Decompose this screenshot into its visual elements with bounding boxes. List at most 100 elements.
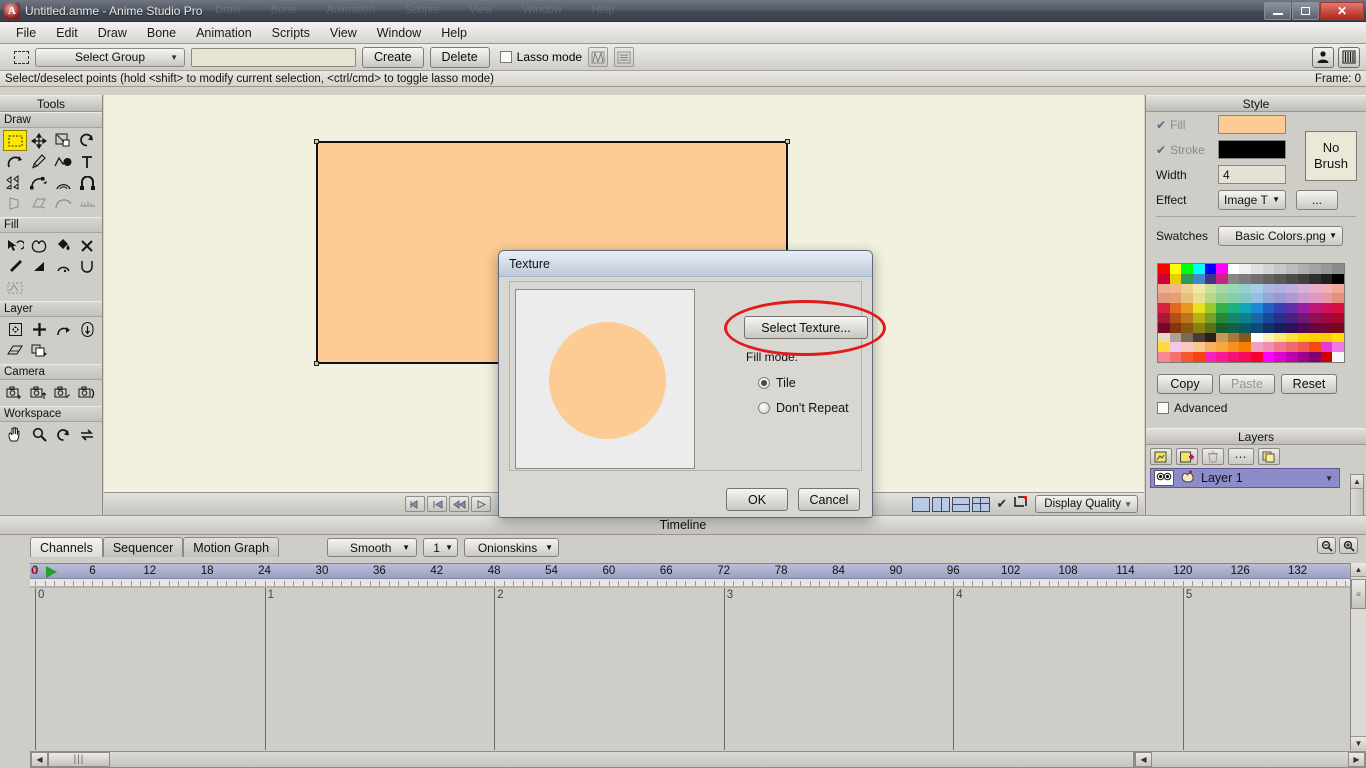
color-swatch[interactable] [1227,303,1240,313]
color-swatch[interactable] [1320,303,1333,313]
select-texture-button[interactable]: Select Texture... [744,316,868,339]
roll-camera-tool[interactable] [51,382,75,403]
color-swatch[interactable] [1309,332,1321,343]
lasso-mode-checkbox[interactable]: Lasso mode [499,50,582,64]
color-swatch[interactable] [1251,264,1263,274]
color-swatch[interactable] [1216,322,1228,333]
select-points-tool[interactable] [3,130,27,151]
copy-style-button[interactable]: Copy [1157,374,1213,394]
fill-checkbox[interactable]: ✔ Fill [1156,118,1218,132]
rotate-workspace-tool[interactable] [51,424,75,445]
color-swatch[interactable] [1332,303,1344,313]
effect-dropdown[interactable]: Image T ▼ [1218,189,1286,210]
chevron-down-icon[interactable]: ▼ [1325,474,1333,483]
scroll-thumb[interactable]: ||| [48,752,110,767]
color-swatch[interactable] [1262,313,1275,323]
color-swatch[interactable] [1297,352,1310,362]
view-mode-single[interactable] [912,496,931,512]
delete-button[interactable]: Delete [429,46,490,68]
restore-button[interactable] [1292,2,1319,20]
eyedropper-tool[interactable] [3,256,27,277]
swatches-dropdown[interactable]: Basic Colors.png ▼ [1218,225,1343,246]
scroll-left-arrow[interactable]: ◀ [1135,752,1152,767]
color-swatch[interactable] [1227,322,1240,333]
color-swatch[interactable] [1332,283,1344,294]
color-swatch[interactable] [1262,303,1275,313]
color-swatch[interactable] [1320,332,1333,343]
color-swatch[interactable] [1158,273,1170,284]
color-swatch[interactable] [1309,264,1321,274]
color-swatch[interactable] [1309,283,1321,294]
color-swatch[interactable] [1158,283,1170,294]
transform-layer-tool[interactable] [3,319,27,340]
color-swatch[interactable] [1216,283,1228,294]
color-swatch[interactable] [1309,303,1321,313]
width-input[interactable]: 4 [1218,165,1286,184]
text-tool[interactable] [75,151,99,172]
color-swatch[interactable] [1251,332,1263,343]
color-swatch[interactable] [1192,303,1205,313]
color-swatch[interactable] [1204,322,1217,333]
color-swatch[interactable] [1227,283,1240,294]
magnet-tool[interactable] [3,172,27,193]
bend-points-tool[interactable] [51,172,75,193]
scroll-up-arrow[interactable]: ▲ [1351,563,1366,577]
selection-handle[interactable] [314,361,319,366]
scroll-right-arrow[interactable]: ▶ [1348,752,1365,767]
minimize-button[interactable] [1264,2,1291,20]
color-swatch[interactable] [1332,313,1344,323]
delete-shape-tool[interactable] [75,235,99,256]
menu-window[interactable]: Window [367,24,431,42]
color-swatch[interactable] [1204,264,1217,274]
color-swatch[interactable] [1169,283,1182,294]
color-swatch[interactable] [1216,352,1228,362]
color-swatch[interactable] [1262,352,1275,362]
eyes-icon[interactable] [1154,470,1174,486]
color-swatch[interactable] [1297,332,1310,343]
scroll-thumb[interactable]: ≡ [1351,579,1366,609]
zoom-camera-tool[interactable] [27,382,51,403]
menu-view[interactable]: View [320,24,367,42]
selection-handle[interactable] [785,139,790,144]
color-swatch[interactable] [1181,303,1193,313]
menu-animation[interactable]: Animation [186,24,262,42]
color-swatch-grid[interactable] [1157,263,1345,363]
color-swatch[interactable] [1262,293,1275,304]
fill-color-swatch[interactable] [1218,115,1286,134]
effect-options-button[interactable]: ... [1296,189,1338,210]
color-swatch[interactable] [1309,342,1321,353]
color-swatch[interactable] [1297,342,1310,353]
color-swatch[interactable] [1262,264,1275,274]
color-swatch[interactable] [1239,273,1251,284]
color-swatch[interactable] [1251,342,1263,353]
color-swatch[interactable] [1262,332,1275,343]
color-swatch[interactable] [1192,273,1205,284]
library-icon[interactable] [1338,46,1360,68]
color-swatch[interactable] [1251,283,1263,294]
tab-motion-graph[interactable]: Motion Graph [183,537,280,557]
menu-file[interactable]: File [6,24,46,42]
color-swatch[interactable] [1216,303,1228,313]
cancel-button[interactable]: Cancel [798,488,860,511]
color-swatch[interactable] [1274,342,1286,353]
create-shape-tool[interactable] [27,235,51,256]
color-swatch[interactable] [1216,342,1228,353]
color-swatch[interactable] [1320,283,1333,294]
color-swatch[interactable] [1320,322,1333,333]
channel-track-area[interactable]: 0 1 2 3 4 5 [30,587,1350,750]
layer-row[interactable]: Layer 1 ▼ [1150,468,1340,488]
point-list-icon[interactable] [614,47,635,67]
color-swatch[interactable] [1181,342,1193,353]
color-swatch[interactable] [1192,352,1205,362]
color-swatch[interactable] [1262,273,1275,284]
texture-preview[interactable] [515,289,695,469]
weld-points-tool[interactable] [27,193,51,214]
group-name-input[interactable] [191,47,356,67]
prev-frame-button[interactable] [449,496,469,512]
pan-tilt-camera-tool[interactable] [75,382,99,403]
color-swatch[interactable] [1251,352,1263,362]
color-swatch[interactable] [1181,273,1193,284]
color-swatch[interactable] [1181,293,1193,304]
color-swatch[interactable] [1239,264,1251,274]
onionskin-count-dropdown[interactable]: 1 ▼ [423,538,459,557]
